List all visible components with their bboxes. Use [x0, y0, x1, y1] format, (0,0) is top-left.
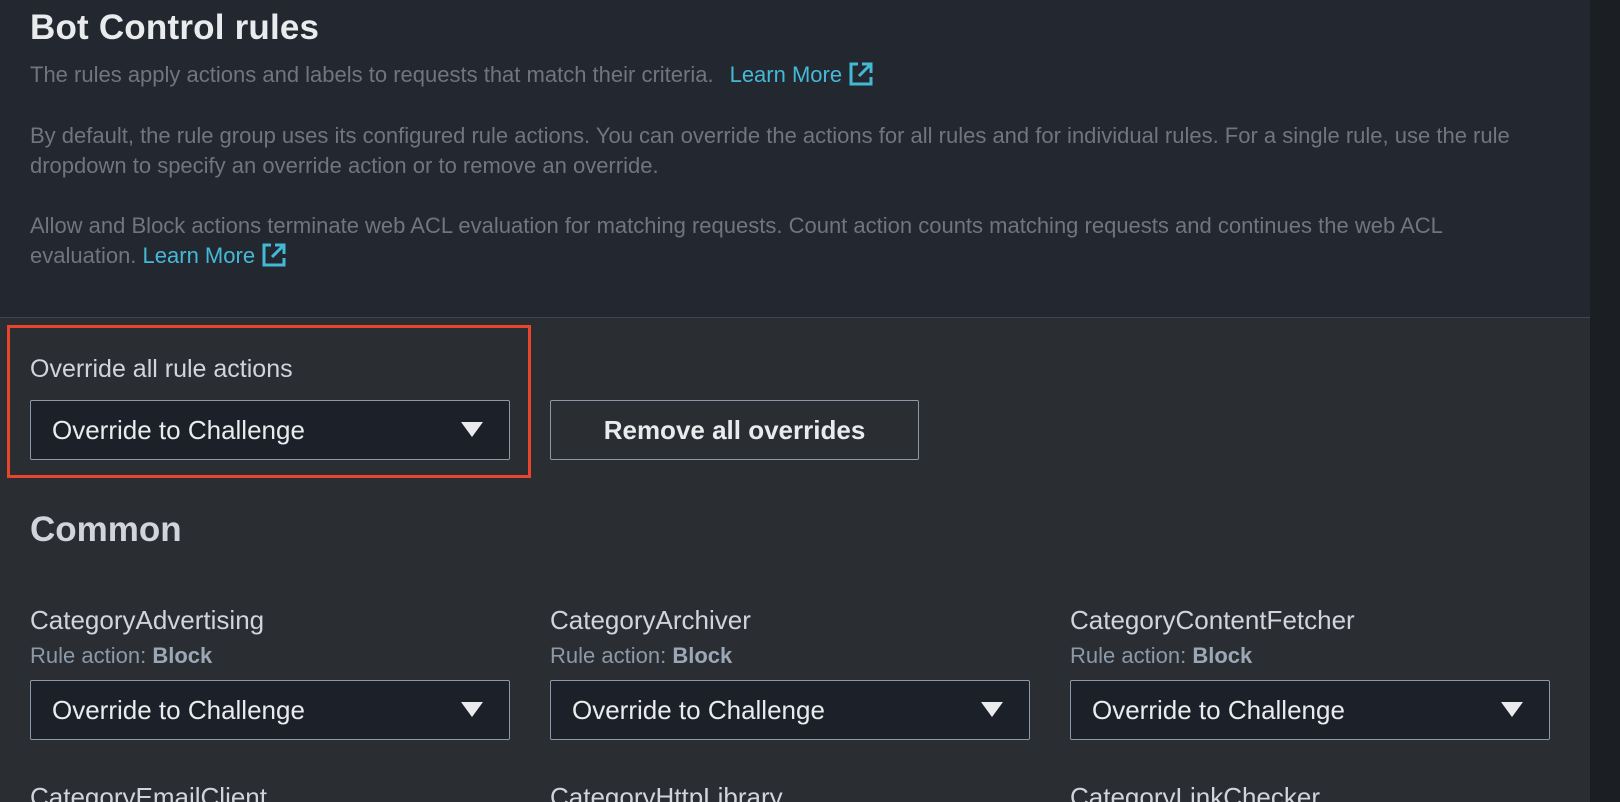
select-value: Override to Challenge: [1092, 695, 1345, 725]
rule-action-value: Block: [1192, 643, 1253, 668]
learn-more-label: Learn More: [729, 62, 843, 87]
override-all-select[interactable]: Override to Challenge: [30, 400, 510, 460]
select-value: Override to Challenge: [572, 695, 825, 725]
rule-action: Rule action: Block: [1070, 643, 1252, 669]
rule-override-select[interactable]: Override to Challenge: [1070, 680, 1550, 740]
page: Bot Control rules The rules apply action…: [0, 0, 1620, 802]
caret-down-icon: [461, 422, 483, 437]
rule-action: Rule action: Block: [30, 643, 212, 669]
page-title: Bot Control rules: [30, 8, 320, 47]
rule-name: CategoryEmailClient: [30, 782, 267, 802]
rule-action-prefix: Rule action:: [30, 643, 147, 668]
select-value: Override to Challenge: [52, 695, 305, 725]
select-value: Override to Challenge: [52, 415, 305, 445]
rule-action-value: Block: [152, 643, 213, 668]
rule-name: CategoryLinkChecker: [1070, 782, 1321, 802]
external-link-icon: [261, 242, 287, 276]
override-all-label: Override all rule actions: [30, 355, 293, 383]
header-panel: Bot Control rules The rules apply action…: [0, 0, 1590, 318]
remove-all-overrides-button[interactable]: Remove all overrides: [550, 400, 919, 460]
caret-down-icon: [981, 702, 1003, 717]
scroll-gutter: [1590, 0, 1620, 802]
rule-name: CategoryHttpLibrary: [550, 782, 783, 802]
rule-name: CategoryContentFetcher: [1070, 605, 1355, 635]
caret-down-icon: [461, 702, 483, 717]
rule-override-select[interactable]: Override to Challenge: [30, 680, 510, 740]
description-criteria: The rules apply actions and labels to re…: [30, 60, 1530, 95]
learn-more-link[interactable]: Learn More: [730, 62, 875, 87]
external-link-icon: [848, 61, 874, 95]
description-override: By default, the rule group uses its conf…: [30, 123, 1510, 178]
learn-more-link-2[interactable]: Learn More: [143, 243, 288, 268]
section-title-common: Common: [30, 510, 182, 549]
rule-name: CategoryAdvertising: [30, 605, 265, 635]
rule-action-prefix: Rule action:: [550, 643, 667, 668]
rule-action: Rule action: Block: [550, 643, 732, 669]
rule-name: CategoryArchiver: [550, 605, 751, 635]
rule-action-value: Block: [672, 643, 733, 668]
caret-down-icon: [1501, 702, 1523, 717]
learn-more-label: Learn More: [142, 243, 256, 268]
description-actions: Allow and Block actions terminate web AC…: [30, 211, 1530, 276]
description-criteria-text: The rules apply actions and labels to re…: [30, 62, 714, 87]
rule-override-select[interactable]: Override to Challenge: [550, 680, 1030, 740]
rule-action-prefix: Rule action:: [1070, 643, 1187, 668]
